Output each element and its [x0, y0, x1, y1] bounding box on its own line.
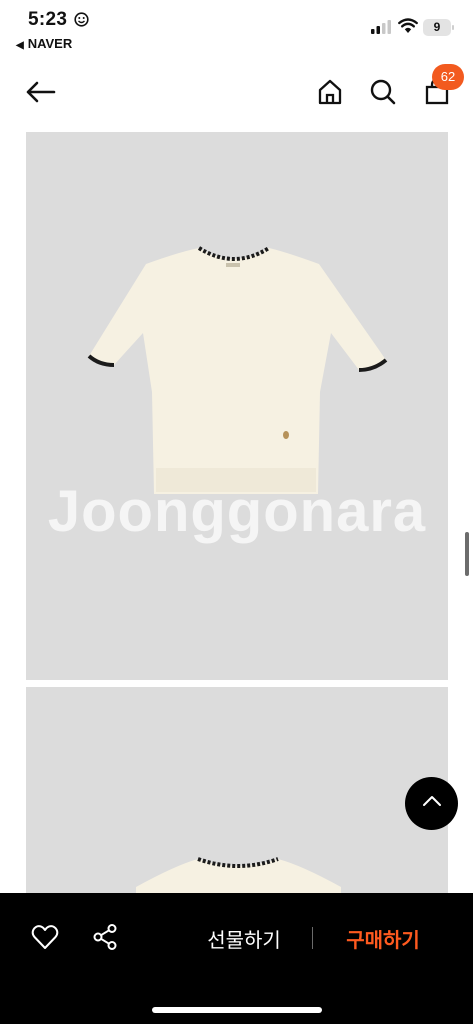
status-time: 5:23: [28, 9, 68, 30]
search-button[interactable]: [365, 76, 401, 112]
home-button[interactable]: [312, 76, 348, 112]
home-indicator[interactable]: [152, 1007, 322, 1013]
back-app-label: NAVER: [27, 36, 73, 51]
home-icon: [316, 78, 344, 111]
battery-cap: [452, 25, 454, 30]
gift-button[interactable]: 선물하기: [196, 924, 292, 953]
back-triangle-icon: ◀: [16, 40, 24, 51]
share-icon: [91, 923, 119, 956]
back-to-app-link[interactable]: ◀ NAVER: [16, 36, 72, 51]
watermark-text: Joonggonara: [47, 479, 427, 544]
scroll-to-top-button[interactable]: [405, 777, 458, 830]
buy-button[interactable]: 구매하기: [334, 924, 432, 953]
action-divider: [312, 927, 313, 949]
arrow-left-icon: [24, 80, 56, 109]
wishlist-button[interactable]: [29, 923, 61, 955]
product-image-2[interactable]: [26, 687, 448, 917]
knit-top-illustration: [87, 246, 388, 494]
page-header: [0, 62, 473, 126]
bottom-action-bar: 선물하기 구매하기: [0, 893, 473, 1024]
battery-indicator: 9: [423, 19, 451, 36]
product-image-1[interactable]: Joonggonara: [26, 132, 448, 680]
cart-count-badge: 62: [432, 64, 464, 90]
back-button[interactable]: [22, 76, 58, 112]
scrollbar-thumb[interactable]: [465, 532, 469, 576]
cell-signal-icon: [371, 20, 391, 39]
chevron-up-icon: [421, 794, 443, 813]
smiley-icon: [74, 12, 89, 32]
wifi-icon: [398, 18, 418, 39]
search-icon: [369, 78, 397, 111]
share-button[interactable]: [89, 923, 121, 955]
knit-top-illustration-2: [136, 857, 341, 917]
status-bar: 5:23 ◀ NAVER 9: [0, 0, 473, 56]
heart-icon: [31, 924, 59, 955]
